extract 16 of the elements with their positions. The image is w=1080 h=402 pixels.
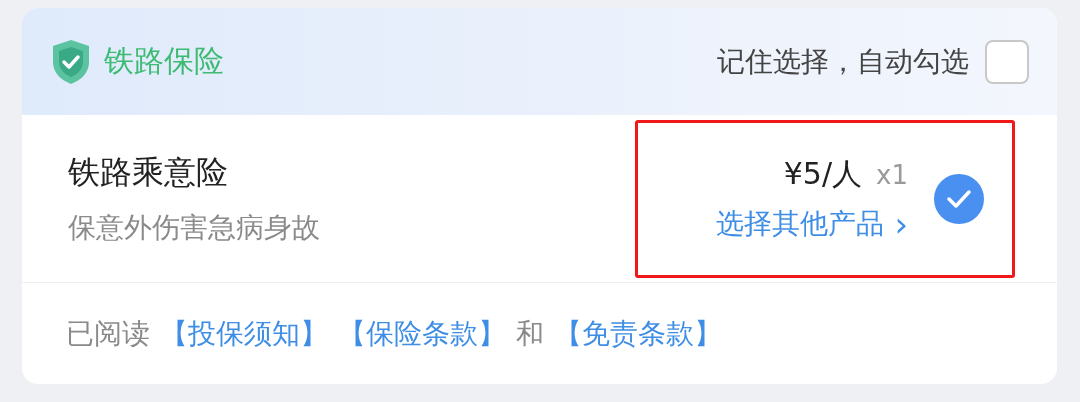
remember-checkbox[interactable] bbox=[985, 39, 1029, 84]
terms-link[interactable]: 【保险条款】 bbox=[338, 314, 506, 353]
product-description: 保意外伤害急病身故 bbox=[68, 209, 321, 246]
footer-text: 已阅读 bbox=[66, 315, 150, 352]
quantity: x1 bbox=[876, 160, 908, 190]
shield-check-icon bbox=[50, 37, 92, 86]
section-title: 铁路保险 bbox=[104, 42, 225, 80]
change-product-link[interactable]: 选择其他产品 › bbox=[716, 205, 908, 243]
footer-text: 和 bbox=[516, 315, 544, 352]
selected-checkbox[interactable] bbox=[934, 173, 984, 224]
terms-link[interactable]: 【免责条款】 bbox=[554, 314, 722, 353]
terms-link[interactable]: 【投保须知】 bbox=[160, 314, 328, 353]
product-name: 铁路乘意险 bbox=[68, 151, 229, 193]
check-icon bbox=[946, 188, 972, 209]
remember-label: 记住选择，自动勾选 bbox=[717, 43, 969, 80]
price: ¥5/人 bbox=[783, 155, 863, 193]
